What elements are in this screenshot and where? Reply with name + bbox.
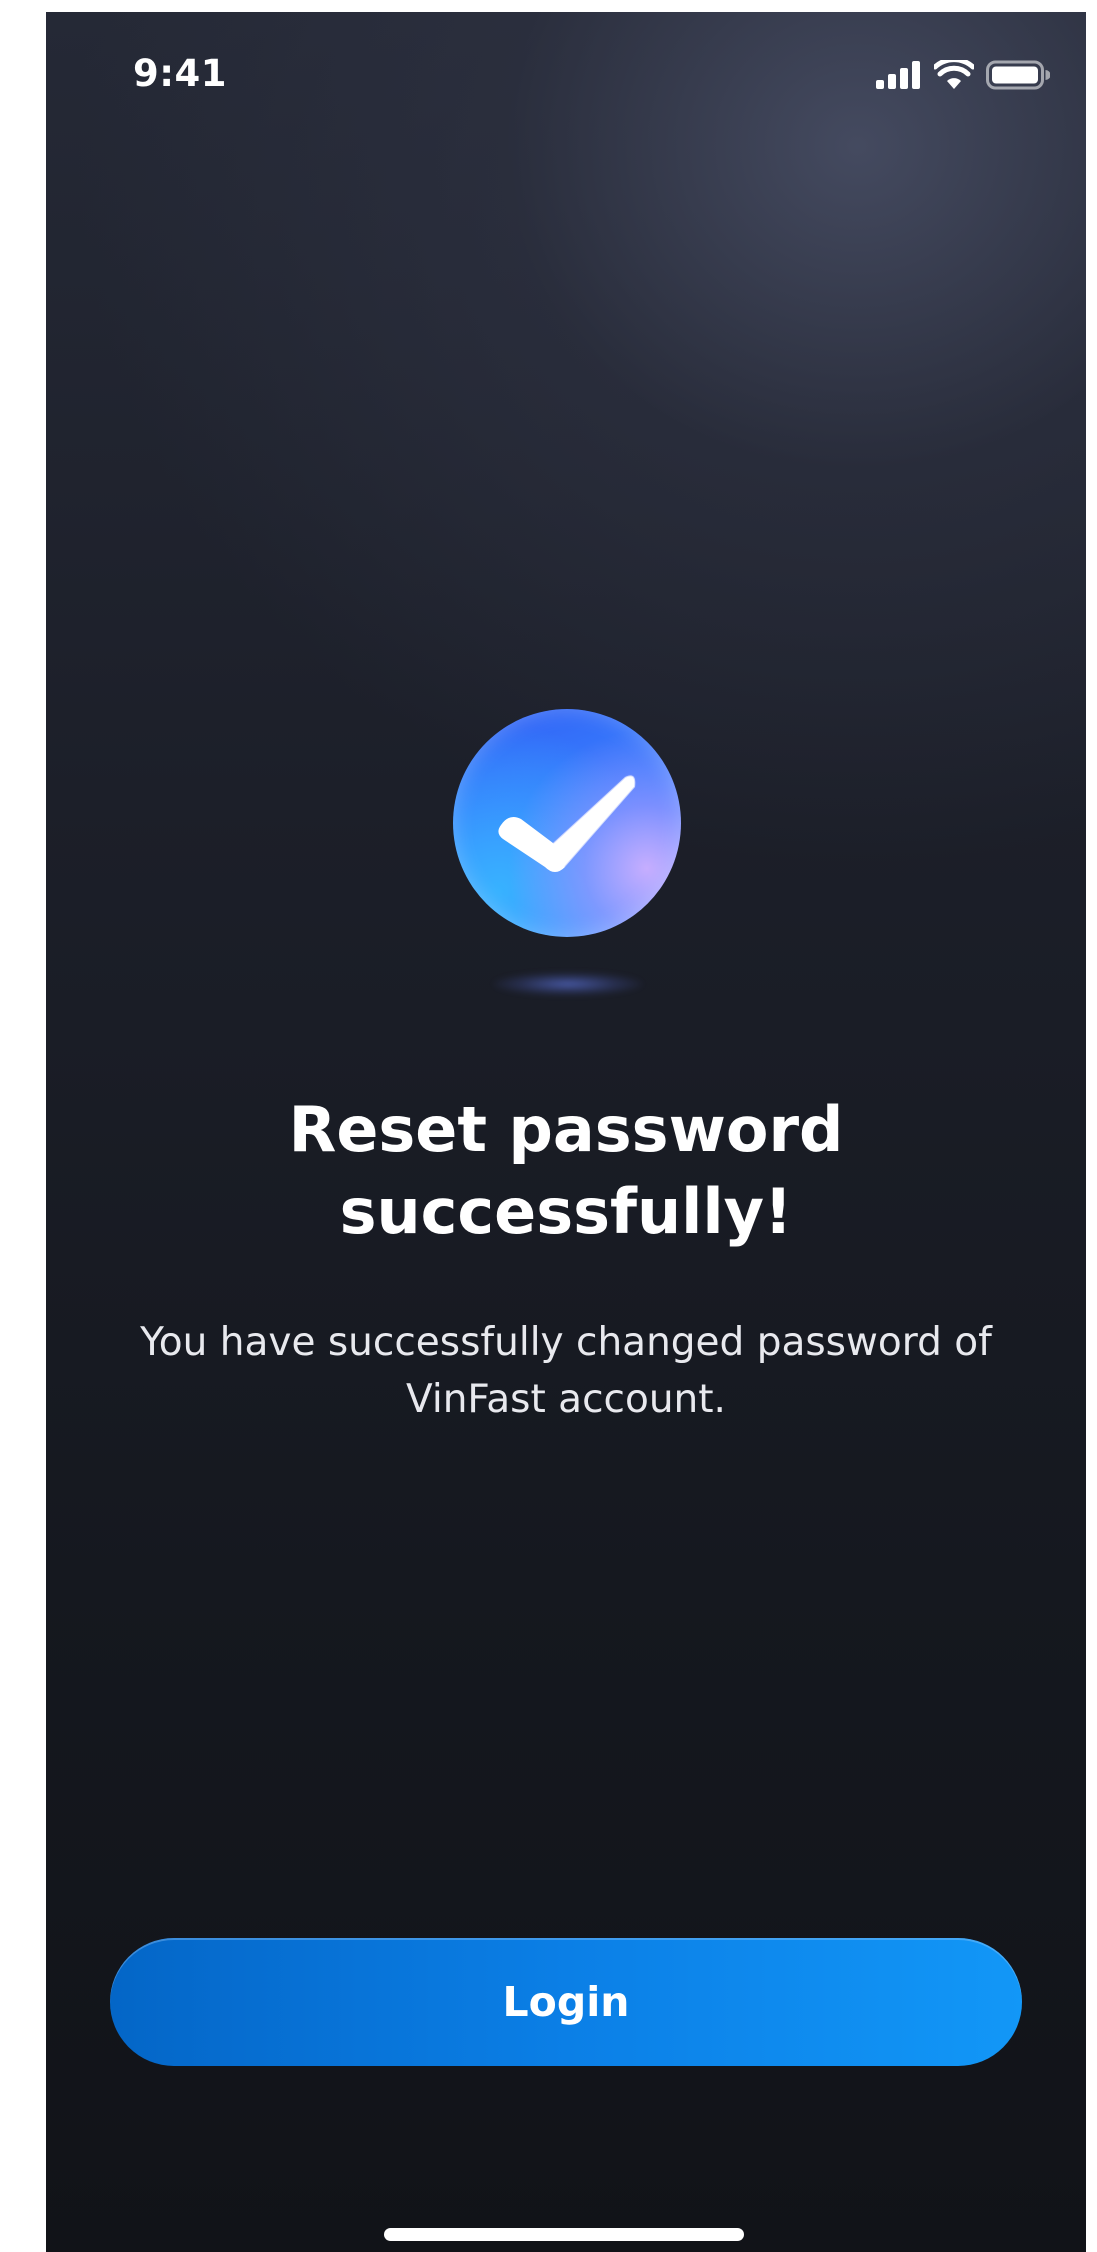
status-icons — [876, 60, 1050, 90]
wifi-icon — [934, 60, 974, 90]
reset-success-screen: 9:41 Reset password successfully! You ha… — [46, 12, 1086, 2252]
badge-shadow — [493, 972, 643, 996]
page-title: Reset password successfully! — [46, 1089, 1086, 1253]
cellular-signal-icon — [876, 61, 922, 89]
success-message: You have successfully changed password o… — [116, 1314, 1016, 1428]
title-line-2: successfully! — [339, 1175, 793, 1248]
title-line-1: Reset password — [288, 1093, 844, 1166]
battery-icon — [986, 60, 1050, 90]
message-line-2: VinFast account. — [406, 1377, 726, 1422]
home-indicator[interactable] — [384, 2228, 744, 2241]
login-button[interactable]: Login — [110, 1938, 1022, 2066]
message-line-1: You have successfully changed password o… — [140, 1320, 992, 1365]
status-bar: 9:41 — [46, 12, 1086, 122]
status-time: 9:41 — [133, 52, 228, 95]
success-badge — [453, 709, 681, 937]
checkmark-icon — [493, 769, 643, 883]
